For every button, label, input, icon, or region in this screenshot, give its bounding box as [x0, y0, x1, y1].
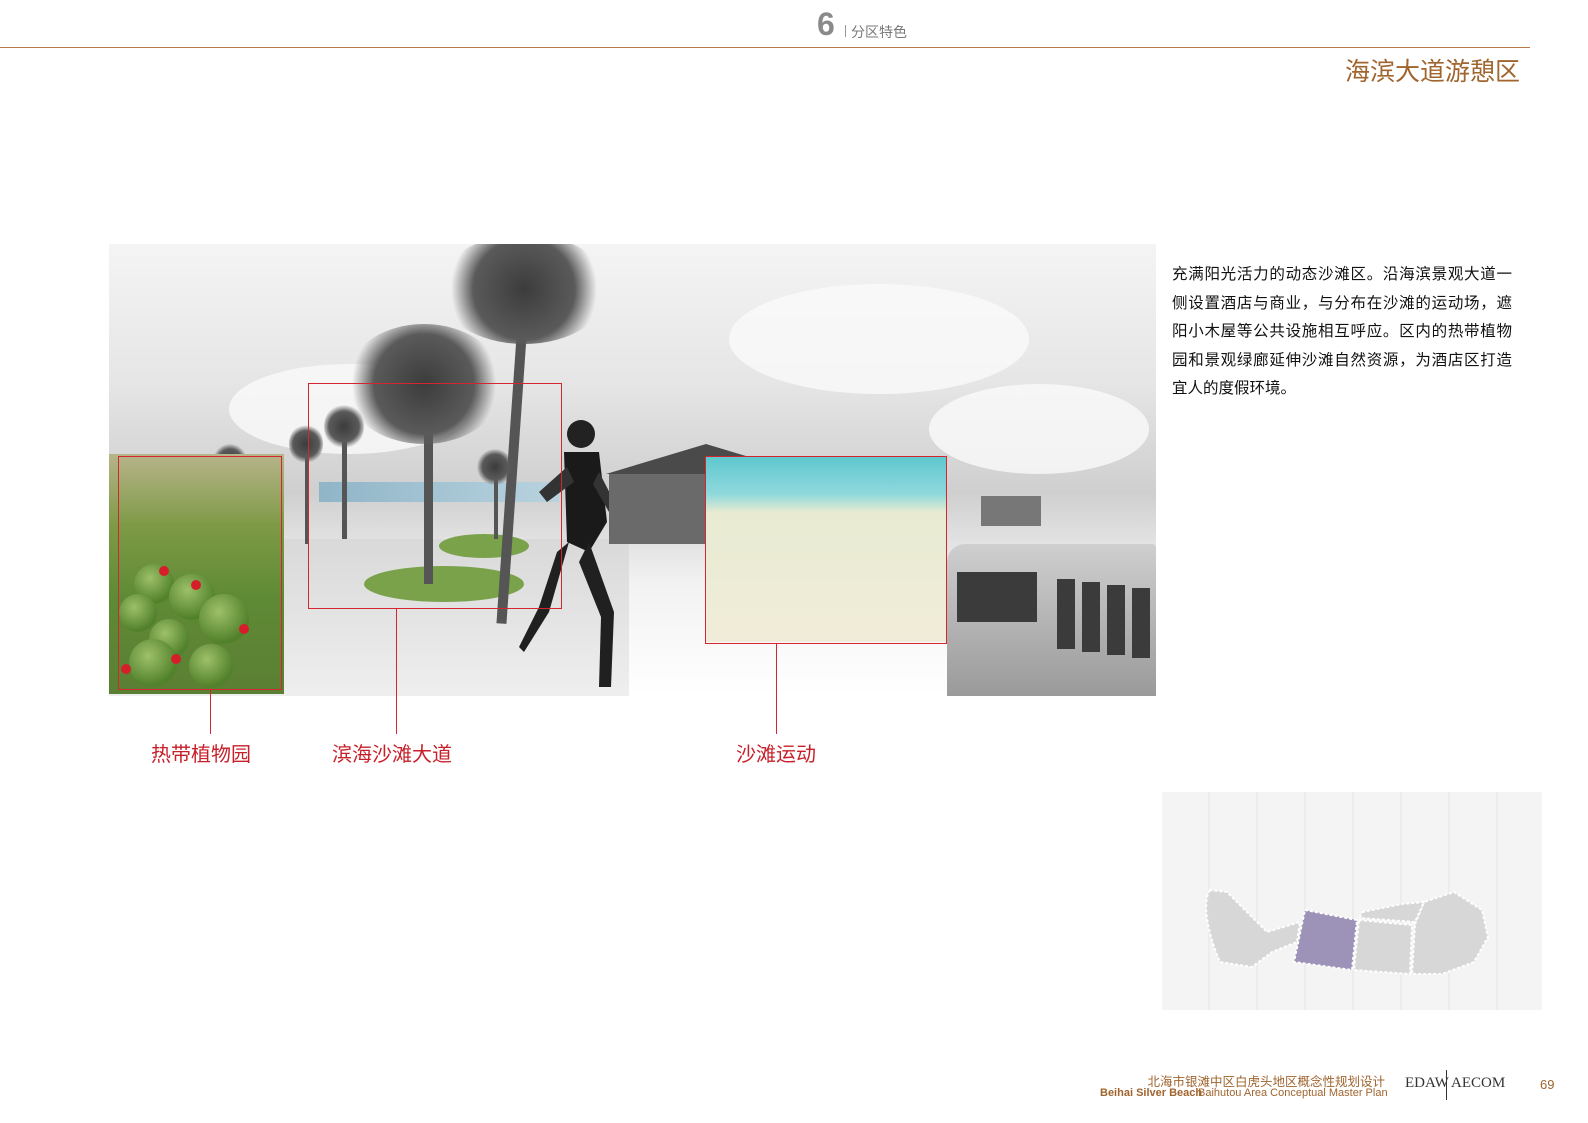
- zone-map-svg: [1205, 888, 1490, 976]
- chapter-title: 分区特色: [851, 25, 907, 41]
- footer-project-en: Baihutou Area Conceptual Master Plan: [1198, 1087, 1388, 1099]
- aecom-logo: AECOM: [1451, 1075, 1506, 1091]
- tram-window: [1082, 582, 1100, 652]
- promenade-frame: [308, 383, 562, 609]
- edaw-logo: EDAW: [1405, 1075, 1449, 1091]
- zone-description: 充满阳光活力的动态沙滩区。沿海滨景观大道一侧设置酒店与商业，与分布在沙滩的运动场…: [1172, 265, 1512, 397]
- callout-beach-sports: 沙滩运动: [736, 742, 816, 766]
- chapter-number: 6: [817, 6, 835, 42]
- header-rule: [0, 47, 1530, 48]
- cloud: [729, 284, 1029, 394]
- tram-window: [1107, 585, 1125, 655]
- tram-window: [1132, 588, 1150, 658]
- footer-project-en-bold: Beihai Silver Beach: [1100, 1087, 1203, 1099]
- zone-middle: [1352, 918, 1414, 976]
- beach-sports-frame: [705, 456, 947, 644]
- tram-window: [1057, 579, 1075, 649]
- tropical-garden-frame: [118, 456, 282, 690]
- callout-tropical-garden: 热带植物园: [151, 742, 251, 766]
- leader-line: [210, 690, 211, 734]
- key-map: [1162, 792, 1542, 1010]
- zone-west: [1205, 888, 1302, 969]
- tram-photo: [947, 544, 1156, 696]
- cloud: [929, 384, 1149, 474]
- beach-hut: [981, 496, 1041, 526]
- leader-line: [776, 644, 777, 734]
- callout-coastal-promenade: 滨海沙滩大道: [332, 742, 452, 766]
- leader-line: [396, 609, 397, 734]
- zone-highlighted: [1292, 908, 1359, 972]
- logo-separator: [1446, 1070, 1447, 1100]
- page-number: 69: [1540, 1077, 1555, 1092]
- page-title: 海滨大道游憩区: [1344, 57, 1520, 86]
- zone-north-strip: [1358, 900, 1426, 924]
- chapter-separator: [845, 25, 846, 37]
- tram-window: [957, 572, 1037, 622]
